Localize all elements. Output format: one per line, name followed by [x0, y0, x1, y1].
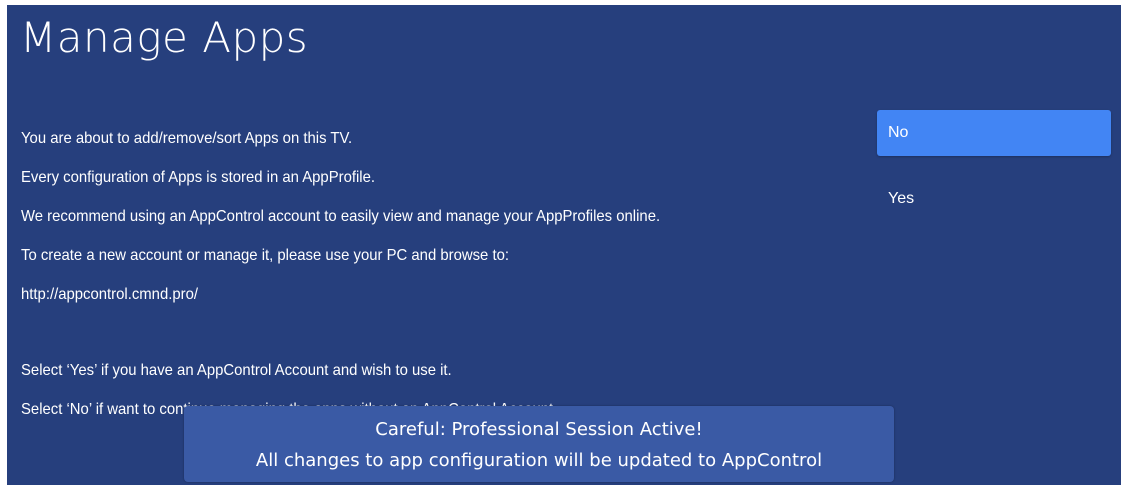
message-line-recommend: We recommend using an AppControl account… [21, 208, 661, 225]
message-line-add-remove: You are about to add/remove/sort Apps on… [21, 130, 353, 147]
professional-session-toast: Careful: Professional Session Active! Al… [184, 406, 894, 482]
message-line-appprofile: Every configuration of Apps is stored in… [21, 169, 376, 186]
toast-title: Careful: Professional Session Active! [375, 419, 703, 440]
page-title: Manage Apps [20, 13, 309, 62]
toast-message: All changes to app configuration will be… [255, 450, 823, 471]
option-list: No Yes [877, 110, 1111, 222]
manage-apps-screen: Manage Apps You are about to add/remove/… [7, 5, 1121, 485]
yes-button[interactable]: Yes [877, 176, 1111, 222]
message-line-url: http://appcontrol.cmnd.pro/ [21, 286, 199, 303]
message-line-select-yes: Select ‘Yes’ if you have an AppControl A… [21, 362, 452, 379]
message-line-create-account: To create a new account or manage it, pl… [21, 247, 510, 264]
no-button[interactable]: No [877, 110, 1111, 156]
message-body: You are about to add/remove/sort Apps on… [21, 119, 802, 429]
